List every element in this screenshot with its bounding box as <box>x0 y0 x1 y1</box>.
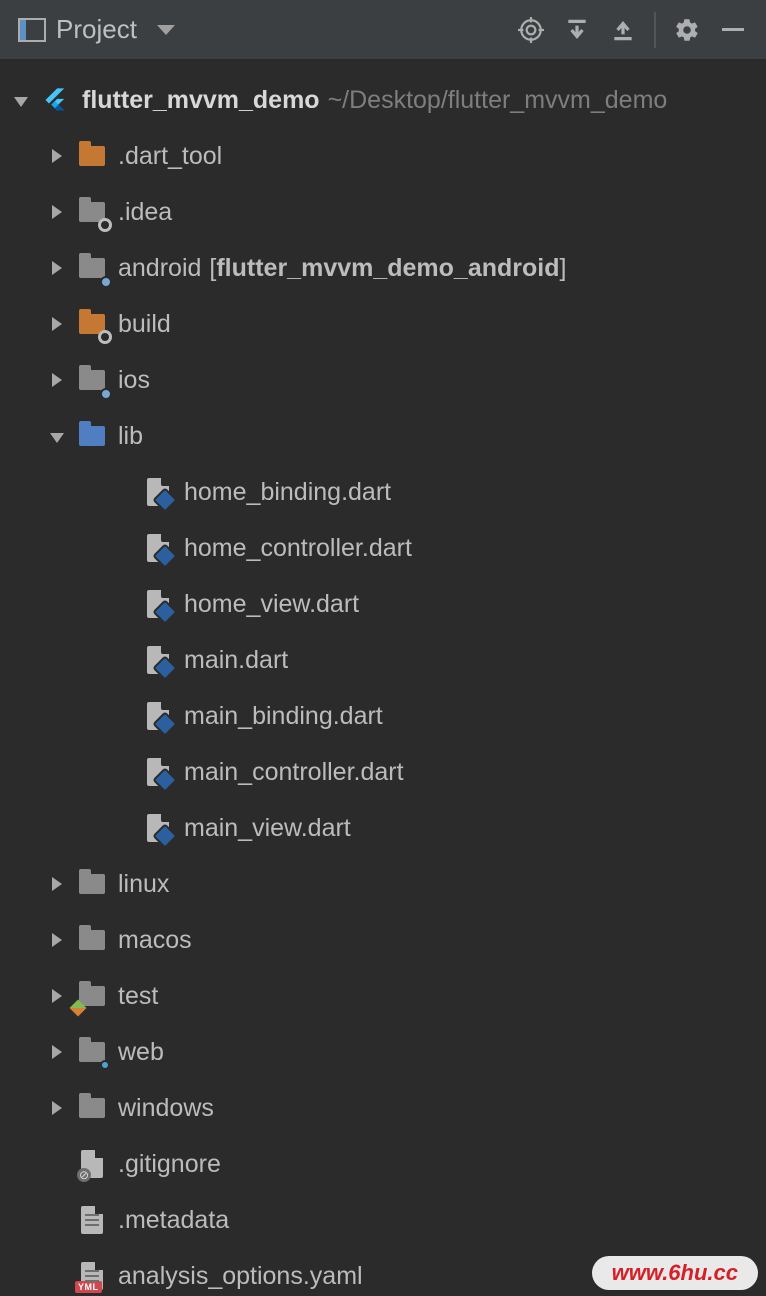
tree-folder-test[interactable]: test <box>0 968 766 1024</box>
toolbar-separator <box>654 12 656 48</box>
expand-toggle-icon[interactable] <box>46 205 68 219</box>
folder-label: android <box>118 254 201 283</box>
expand-toggle-icon[interactable] <box>46 317 68 331</box>
tree-folder-linux[interactable]: linux <box>0 856 766 912</box>
hide-panel-button[interactable] <box>712 9 754 51</box>
folder-label: build <box>118 310 171 339</box>
file-label: main_binding.dart <box>184 702 383 731</box>
expand-toggle-icon[interactable] <box>46 261 68 275</box>
text-file-icon <box>76 1204 108 1236</box>
folder-label: linux <box>118 870 169 899</box>
tree-file-gitignore[interactable]: .gitignore <box>0 1136 766 1192</box>
file-label: main_view.dart <box>184 814 351 843</box>
tree-folder-lib[interactable]: lib <box>0 408 766 464</box>
dart-file-icon <box>142 588 174 620</box>
module-folder-icon <box>76 252 108 284</box>
module-name: [flutter_mvvm_demo_android] <box>209 254 566 283</box>
minimize-icon <box>722 28 744 31</box>
expand-all-button[interactable] <box>556 9 598 51</box>
select-opened-file-button[interactable] <box>510 9 552 51</box>
folder-icon <box>76 1092 108 1124</box>
dart-file-icon <box>142 700 174 732</box>
folder-icon <box>76 196 108 228</box>
file-label: home_controller.dart <box>184 534 412 563</box>
project-tree: flutter_mvvm_demo ~/Desktop/flutter_mvvm… <box>0 62 766 1296</box>
folder-icon <box>76 868 108 900</box>
tree-folder-android[interactable]: android [flutter_mvvm_demo_android] <box>0 240 766 296</box>
flutter-icon <box>40 84 72 116</box>
tree-file[interactable]: main_view.dart <box>0 800 766 856</box>
folder-label: .idea <box>118 198 172 227</box>
expand-toggle-icon[interactable] <box>10 95 32 105</box>
expand-toggle-icon[interactable] <box>46 1101 68 1115</box>
folder-icon <box>76 924 108 956</box>
tree-file[interactable]: main_controller.dart <box>0 744 766 800</box>
folder-icon <box>76 420 108 452</box>
tree-file-metadata[interactable]: .metadata <box>0 1192 766 1248</box>
file-label: home_binding.dart <box>184 478 391 507</box>
tree-file[interactable]: main.dart <box>0 632 766 688</box>
tree-folder-idea[interactable]: .idea <box>0 184 766 240</box>
file-label: main_controller.dart <box>184 758 404 787</box>
gitignore-file-icon <box>76 1148 108 1180</box>
collapse-all-button[interactable] <box>602 9 644 51</box>
tree-file[interactable]: home_view.dart <box>0 576 766 632</box>
tree-folder-ios[interactable]: ios <box>0 352 766 408</box>
tree-file[interactable]: home_controller.dart <box>0 520 766 576</box>
dart-file-icon <box>142 644 174 676</box>
view-dropdown-icon[interactable] <box>157 25 175 35</box>
file-label: .gitignore <box>118 1150 221 1179</box>
dart-file-icon <box>142 532 174 564</box>
folder-label: lib <box>118 422 143 451</box>
file-label: analysis_options.yaml <box>118 1262 363 1291</box>
folder-label: .dart_tool <box>118 142 222 171</box>
root-path: ~/Desktop/flutter_mvvm_demo <box>328 86 668 115</box>
root-name: flutter_mvvm_demo <box>82 86 320 115</box>
settings-button[interactable] <box>666 9 708 51</box>
dart-file-icon <box>142 812 174 844</box>
tree-folder-macos[interactable]: macos <box>0 912 766 968</box>
expand-toggle-icon[interactable] <box>46 431 68 441</box>
file-label: main.dart <box>184 646 288 675</box>
tree-folder-web[interactable]: web <box>0 1024 766 1080</box>
file-label: home_view.dart <box>184 590 359 619</box>
panel-title[interactable]: Project <box>56 14 137 45</box>
expand-toggle-icon[interactable] <box>46 933 68 947</box>
dart-file-icon <box>142 476 174 508</box>
module-folder-icon <box>76 364 108 396</box>
folder-icon <box>76 308 108 340</box>
expand-toggle-icon[interactable] <box>46 989 68 1003</box>
test-folder-icon <box>76 980 108 1012</box>
project-toolbar: Project <box>0 0 766 62</box>
tree-folder-build[interactable]: build <box>0 296 766 352</box>
tree-file[interactable]: main_binding.dart <box>0 688 766 744</box>
dart-file-icon <box>142 756 174 788</box>
watermark: www.6hu.cc <box>592 1256 758 1290</box>
tree-root[interactable]: flutter_mvvm_demo ~/Desktop/flutter_mvvm… <box>0 72 766 128</box>
folder-label: windows <box>118 1094 214 1123</box>
expand-toggle-icon[interactable] <box>46 373 68 387</box>
folder-label: web <box>118 1038 164 1067</box>
yaml-file-icon: YML <box>76 1260 108 1292</box>
expand-toggle-icon[interactable] <box>46 1045 68 1059</box>
expand-toggle-icon[interactable] <box>46 149 68 163</box>
tree-folder-windows[interactable]: windows <box>0 1080 766 1136</box>
expand-toggle-icon[interactable] <box>46 877 68 891</box>
tree-file[interactable]: home_binding.dart <box>0 464 766 520</box>
project-panel-icon <box>18 18 46 42</box>
folder-icon <box>76 140 108 172</box>
folder-label: macos <box>118 926 192 955</box>
tree-folder-dart-tool[interactable]: .dart_tool <box>0 128 766 184</box>
folder-label: ios <box>118 366 150 395</box>
web-folder-icon <box>76 1036 108 1068</box>
file-label: .metadata <box>118 1206 229 1235</box>
folder-label: test <box>118 982 158 1011</box>
